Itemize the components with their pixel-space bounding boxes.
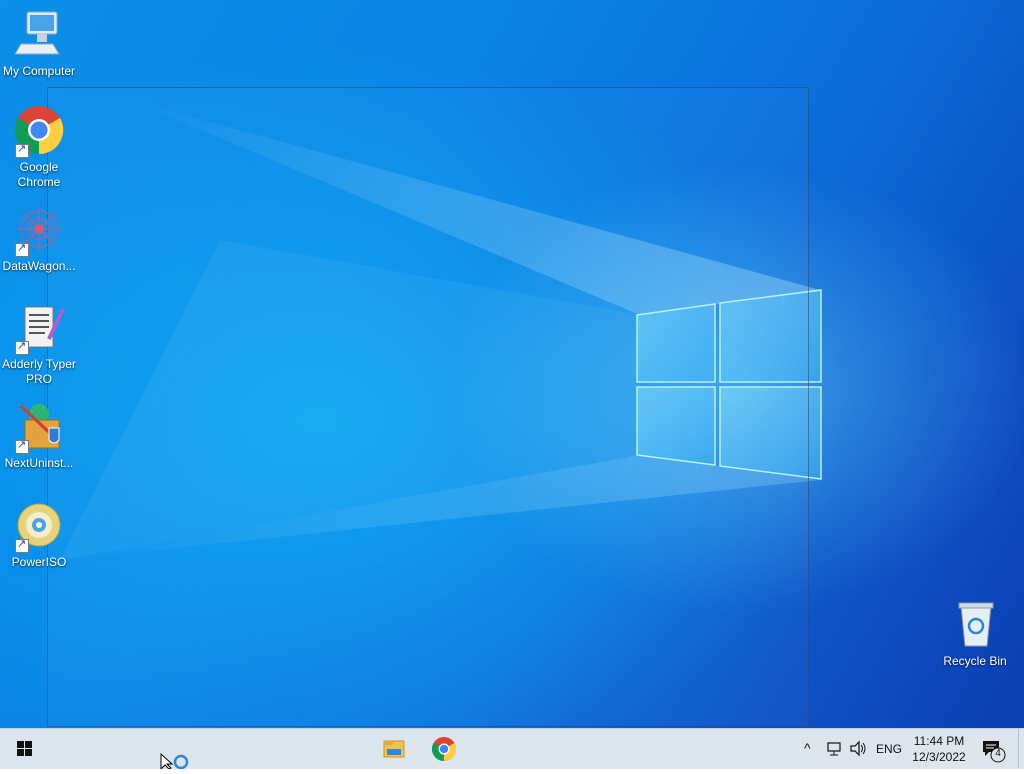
shortcut-arrow-icon [15, 339, 29, 355]
shortcut-arrow-icon [15, 438, 29, 454]
desktop-icon-label: Google Chrome [17, 160, 61, 189]
taskbar: ^ ENG 11:44 PM 12/3/2022 4 [0, 728, 1024, 769]
desktop-icon-label: My Computer [2, 64, 76, 78]
recycle-bin-icon [949, 600, 1001, 652]
shortcut-arrow-icon [15, 142, 29, 158]
disc-icon [13, 501, 65, 553]
desktop-icon-recycle-bin[interactable]: Recycle Bin [936, 600, 1014, 669]
network-icon[interactable] [826, 741, 844, 757]
start-button[interactable] [4, 729, 44, 769]
taskbar-google-chrome[interactable] [424, 729, 464, 769]
desktop-icon-label: NextUninst... [4, 456, 74, 470]
shortcut-arrow-icon [15, 537, 29, 553]
windows-start-icon [17, 741, 32, 756]
show-hidden-icons-chevron-icon[interactable]: ^ [804, 740, 811, 756]
selection-rectangle [47, 87, 809, 727]
notification-count-badge: 4 [995, 748, 1001, 759]
notepad-pen-icon [13, 303, 65, 355]
desktop-icon-google-chrome[interactable]: Google Chrome [0, 106, 78, 190]
desktop-icon-label: Recycle Bin [943, 654, 1007, 668]
desktop-icon-datawagon[interactable]: DataWagon... [0, 205, 78, 274]
folder-icon [383, 740, 405, 758]
clock-time: 11:44 PM [913, 734, 965, 748]
chrome-icon [13, 106, 65, 158]
desktop-icon-label: Adderly Typer PRO [2, 357, 76, 386]
language-indicator[interactable]: ENG [876, 742, 902, 756]
clock-date: 12/3/2022 [912, 750, 966, 764]
desktop-background[interactable]: My Computer Google Chrome [0, 0, 1024, 728]
desktop-icon-label: PowerISO [11, 555, 67, 569]
datawagon-icon [13, 205, 65, 257]
desktop-icon-label: DataWagon... [2, 259, 76, 273]
desktop-icon-adderly-typer[interactable]: Adderly Typer PRO [0, 303, 78, 387]
uninstaller-box-icon [13, 402, 65, 454]
show-desktop-button[interactable] [1018, 729, 1024, 769]
shortcut-arrow-icon [15, 241, 29, 257]
chrome-icon [431, 737, 457, 761]
volume-icon[interactable] [849, 740, 867, 758]
clock[interactable]: 11:44 PM 12/3/2022 [905, 733, 973, 765]
taskbar-file-explorer[interactable] [374, 729, 414, 769]
desktop-icon-my-computer[interactable]: My Computer [0, 10, 78, 79]
desktop-icon-nextuninstaller[interactable]: NextUninst... [0, 402, 78, 471]
desktop-icon-poweriso[interactable]: PowerISO [0, 501, 78, 570]
action-center-button[interactable]: 4 [980, 737, 1006, 763]
busy-cursor-icon [160, 753, 189, 769]
computer-icon [13, 10, 65, 62]
